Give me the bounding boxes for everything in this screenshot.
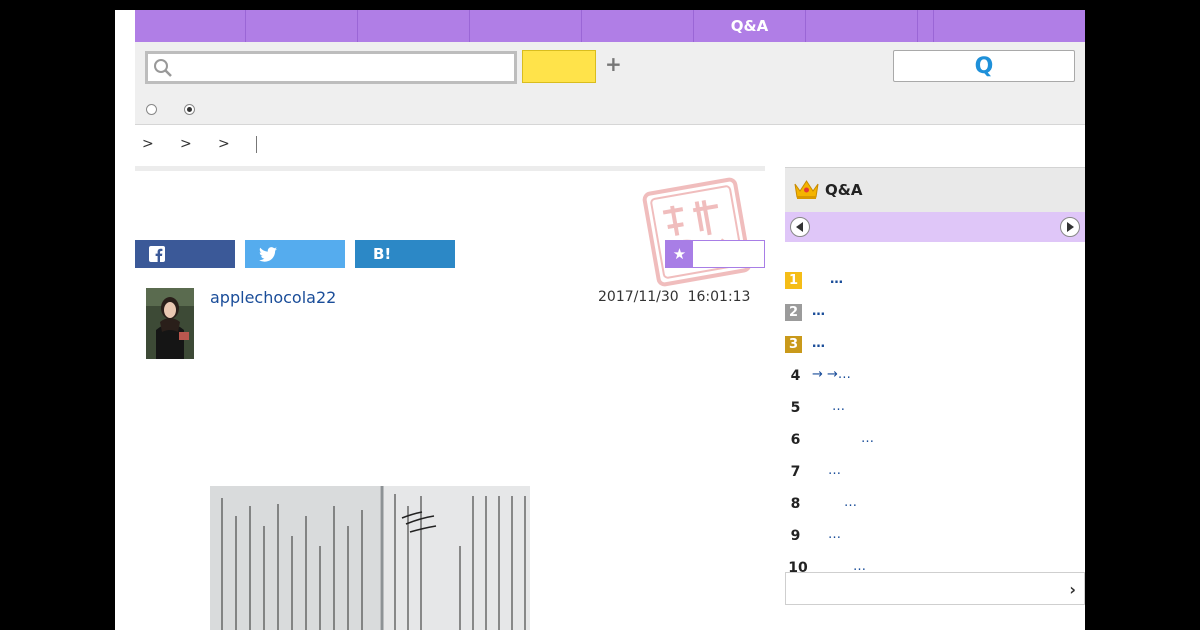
ranking-header: Q&A [785,167,1085,212]
facebook-share-button[interactable] [135,240,235,268]
rank-number: 6 [790,431,801,448]
search-button[interactable] [522,50,596,83]
nav-item-1[interactable] [135,10,246,42]
arrow-right-icon [1067,222,1074,232]
search-scope-radio-2[interactable] [184,104,195,115]
ranking-item-title[interactable]: … [832,399,845,414]
bookmark-button[interactable]: ★ [665,240,765,268]
ranking-item[interactable]: 4 → →… [785,365,1085,391]
ranking-item[interactable]: 9 … [785,525,1085,551]
rank-number: 4 [790,367,801,384]
top-nav: Q&A [135,10,1085,42]
twitter-bird-icon [259,246,277,262]
resolved-stamp-icon [642,177,752,287]
ranking-title: Q&A [825,181,863,199]
page: Q&A + Q > > > B! ★ applechocola22 2017/1… [115,10,1085,630]
avatar[interactable] [146,288,194,359]
breadcrumb-separator: > [142,136,154,152]
pager-next-button[interactable] [1060,217,1080,237]
book-page-image [210,486,530,630]
rank-number: 2 [785,304,802,321]
nav-item-2[interactable] [246,10,358,42]
ranking-item-title[interactable]: … [812,304,825,319]
rank-number: 8 [790,495,801,512]
plus-icon[interactable]: + [605,52,622,76]
pager-prev-button[interactable] [790,217,810,237]
rank-number: 9 [790,527,801,544]
ranking-item[interactable]: 8 … [785,493,1085,519]
ranking-sidebar: Q&A 1 … 2 … 3 … 4 → →… 5 … 6 … 7 … 8 … 9… [785,167,1085,607]
breadcrumb-separator: > [218,136,230,152]
ranking-item[interactable]: 3 … [785,334,1085,360]
ranking-item[interactable]: 1 … [785,270,1085,296]
hatena-label: B! [373,245,392,263]
avatar-image [146,288,194,359]
chevron-right-icon: › [1069,580,1076,599]
breadcrumb: > > > [142,134,257,154]
nav-item-8[interactable] [918,10,934,42]
ranking-item-title[interactable]: … [830,272,843,287]
search-scope-radio-1[interactable] [146,104,157,115]
ranking-item-title[interactable]: → →… [812,367,851,382]
ranking-item[interactable]: 6 … [785,429,1085,455]
ask-question-button[interactable]: Q [893,50,1075,82]
ranking-pager [785,212,1085,242]
facebook-icon [149,246,165,262]
search-area: + Q [135,42,1085,125]
ranking-item-title[interactable]: … [861,431,874,446]
breadcrumb-separator: > [180,136,192,152]
title-divider [135,166,765,171]
ranking-item-title[interactable]: … [844,495,857,510]
rank-number: 3 [785,336,802,353]
username-link[interactable]: applechocola22 [210,288,336,307]
search-box [145,51,517,84]
ranking-item-title[interactable]: … [828,463,841,478]
arrow-left-icon [796,222,803,232]
nav-item-qa[interactable]: Q&A [694,10,806,42]
rank-number: 7 [790,463,801,480]
nav-item-9[interactable] [934,10,1085,42]
hatena-bookmark-button[interactable]: B! [355,240,455,268]
rank-number: 5 [790,399,801,416]
ranking-item[interactable]: 5 … [785,397,1085,423]
ranking-item-title[interactable]: … [812,336,825,351]
twitter-share-button[interactable] [245,240,345,268]
rank-number: 1 [785,272,802,289]
ranking-more-button[interactable]: › [785,572,1085,605]
star-icon: ★ [666,241,693,267]
attached-photo[interactable] [210,486,530,630]
nav-item-7[interactable] [806,10,918,42]
search-icon [154,59,172,77]
post-timestamp: 2017/11/30 16:01:13 [598,289,751,305]
crown-icon [794,180,819,199]
search-input[interactable] [180,56,510,80]
nav-item-4[interactable] [470,10,582,42]
nav-item-5[interactable] [582,10,694,42]
ranking-item[interactable]: 7 … [785,461,1085,487]
ranking-item[interactable]: 2 … [785,302,1085,328]
ranking-item-title[interactable]: … [828,527,841,542]
breadcrumb-divider [256,135,257,153]
nav-item-3[interactable] [358,10,470,42]
